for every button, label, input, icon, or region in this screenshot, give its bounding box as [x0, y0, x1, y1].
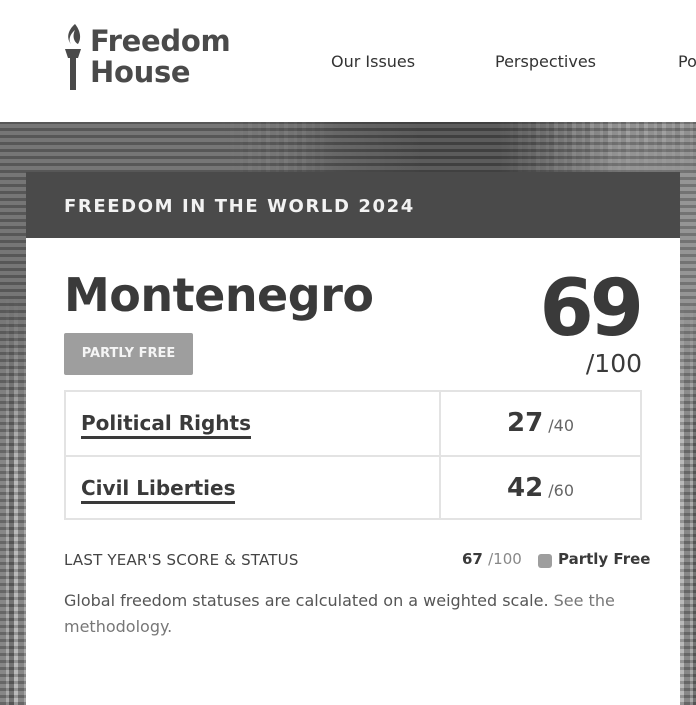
category-label-cell: Political Rights [66, 392, 441, 455]
category-label-cell: Civil Liberties [66, 457, 441, 520]
political-rights-link[interactable]: Political Rights [81, 411, 251, 439]
nav-perspectives[interactable]: Perspectives [495, 52, 596, 71]
status-badge: PARTLY FREE [64, 333, 193, 375]
table-row: Political Rights 27 /40 [66, 392, 640, 457]
civil-liberties-max: /60 [548, 481, 575, 500]
main-nav: Our Issues Perspectives Po [0, 52, 696, 76]
card-banner: FREEDOM IN THE WORLD 2024 [26, 172, 680, 238]
total-score: 69 [539, 264, 644, 354]
civil-liberties-score: 42 [506, 473, 544, 503]
last-year-score-value: 67 [462, 550, 483, 568]
country-score-card: FREEDOM IN THE WORLD 2024 Montenegro PAR… [26, 172, 680, 705]
last-year-score-max: /100 [488, 550, 522, 568]
political-rights-max: /40 [548, 416, 575, 435]
nav-item-truncated[interactable]: Po [678, 52, 696, 71]
total-score-max: /100 [585, 349, 642, 378]
banner-title: FREEDOM IN THE WORLD 2024 [64, 196, 415, 217]
note-text: Global freedom statuses are calculated o… [64, 591, 549, 610]
nav-our-issues[interactable]: Our Issues [331, 52, 415, 71]
category-scores-table: Political Rights 27 /40 Civil Liberties … [64, 390, 642, 520]
status-dot-icon [538, 554, 552, 568]
site-header: Freedom House Our Issues Perspectives Po [0, 0, 696, 122]
last-year-score: 67 /100 [462, 550, 522, 568]
category-score-cell: 27 /40 [441, 392, 640, 455]
category-score-cell: 42 /60 [441, 457, 640, 520]
last-year-label: LAST YEAR'S SCORE & STATUS [64, 551, 299, 569]
country-name: Montenegro [64, 268, 374, 322]
table-row: Civil Liberties 42 /60 [66, 457, 640, 520]
political-rights-score: 27 [506, 408, 544, 438]
last-year-status: Partly Free [558, 550, 651, 568]
civil-liberties-link[interactable]: Civil Liberties [81, 476, 236, 504]
methodology-note: Global freedom statuses are calculated o… [64, 588, 624, 640]
